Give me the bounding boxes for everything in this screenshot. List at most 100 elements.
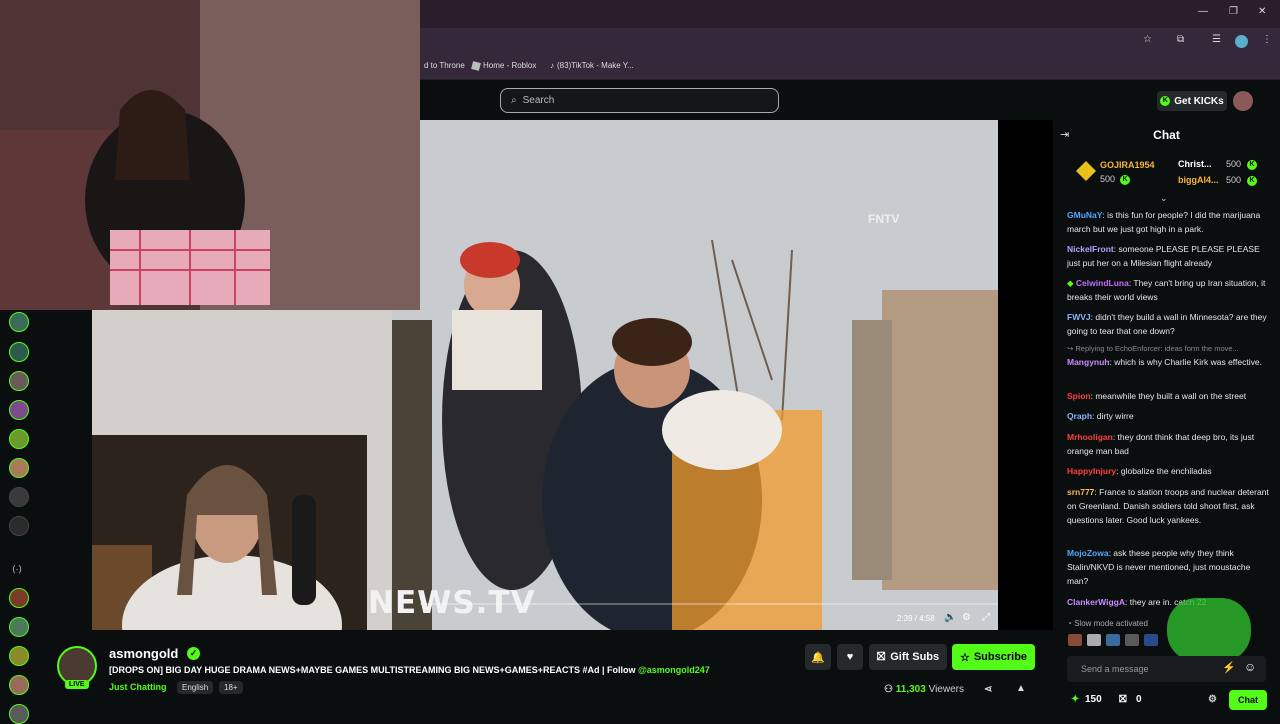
channel-avatar[interactable] [9,429,29,449]
reply-icon: ↪ [1067,344,1074,353]
chat-message: NickelFront: someone PLEASE PLEASE PLEAS… [1067,244,1260,268]
channel-avatar[interactable] [9,617,29,637]
channel-avatar[interactable] [9,342,29,362]
notification-bell-button[interactable]: 🔔 [805,644,831,670]
search-placeholder: Search [522,95,555,106]
chat-message: Qraph: dirty wirre [1067,411,1134,421]
tag-language[interactable]: English [177,681,214,694]
stream-handle-link[interactable]: @asmongold247 [638,665,710,675]
pinned-user[interactable]: biggAl4... [1178,175,1219,185]
channel-avatar[interactable] [9,371,29,391]
bell-icon: 🔔 [811,651,825,664]
pinned-user[interactable]: Christ... [1178,159,1212,169]
chat-username[interactable]: FWVJ [1067,312,1091,322]
chat-username[interactable]: Spion [1067,391,1091,401]
chat-text: meanwhile they built a wall on the stree… [1095,391,1247,401]
gift-icon: ⛝ [876,650,886,663]
bookmark-item[interactable]: Home - Roblox [471,60,536,71]
emote-icon[interactable] [1068,634,1082,646]
address-bar[interactable]: ☆ ⧉ ☰ ⋮ [420,28,1280,54]
chat-username[interactable]: Mrhooligan [1067,432,1113,442]
emote-icon[interactable] [1125,634,1139,646]
channel-avatar[interactable] [9,516,29,536]
tag-mature[interactable]: 18+ [219,681,243,694]
chat-username[interactable]: Mangynuh [1067,357,1110,367]
chat-username[interactable]: ClankerWiggA [1067,597,1125,607]
chat-username[interactable]: Qraph [1067,411,1092,421]
channel-avatar[interactable] [9,588,29,608]
volume-icon[interactable]: 🔈 [944,612,956,623]
gift-subs-button[interactable]: ⛝ Gift Subs [869,644,947,670]
command-icon[interactable]: ⚡ [1222,661,1236,674]
chat-username[interactable]: HappyInjury [1067,466,1116,476]
chat-settings-icon[interactable]: ⚙ [1208,694,1217,705]
chat-username[interactable]: srn777 [1067,487,1094,497]
reply-text: Replying to EchoEnforcer: ideas form the… [1075,344,1239,353]
emoji-icon[interactable]: ☺ [1244,660,1256,674]
get-kicks-button[interactable]: K Get KICKs [1157,91,1227,111]
menu-dots-icon[interactable]: ⋮ [1262,34,1272,45]
live-badge: LIVE [65,680,89,689]
playlist-icon[interactable]: ☰ [1212,34,1221,45]
send-chat-button[interactable]: Chat [1229,690,1267,710]
share-icon[interactable]: ⋖ [984,684,992,695]
expand-pinned-icon[interactable]: ⌄ [1160,193,1168,204]
emote-icon[interactable] [1087,634,1101,646]
emote-icon[interactable] [1144,634,1158,646]
kick-coin-icon: K [1247,160,1257,170]
report-icon[interactable]: ▲ [1016,683,1026,694]
maximize-icon[interactable]: ❐ [1229,6,1238,17]
bookmark-item[interactable]: ♪ (83)TikTok - Make Y... [550,61,634,70]
bookmark-item[interactable]: d to Throne [424,61,465,70]
video-timecode: 2:39 / 4:58 [897,614,935,623]
channel-avatar[interactable] [9,400,29,420]
chat-input[interactable]: Send a message [1067,656,1266,682]
pinned-user[interactable]: GOJIRA1954 [1100,160,1155,170]
close-icon[interactable]: ✕ [1258,6,1266,17]
channel-avatar[interactable] [9,487,29,507]
verified-icon: ✓ [187,647,200,660]
gift-count[interactable]: 0 [1136,694,1142,705]
emote-icon[interactable] [1106,634,1120,646]
video-progress-bar[interactable] [420,603,998,605]
expand-sidebar-icon[interactable]: ⟨·⟩ [12,564,22,575]
chat-message: Spion: meanwhile they built a wall on th… [1067,391,1247,401]
star-icon[interactable]: ☆ [1143,34,1152,45]
search-input[interactable]: ⌕ Search [500,88,779,113]
follow-button[interactable]: ♥ [837,644,863,670]
chat-message: GMuNaY: is this fun for people? I did th… [1067,210,1261,234]
reply-context[interactable]: ↪ Replying to EchoEnforcer: ideas form t… [1067,342,1272,356]
viewers-number: 11,303 [895,684,926,695]
gift-icon: ⛝ [1119,694,1127,705]
channel-avatar[interactable] [9,312,29,332]
channel-avatar[interactable] [9,675,29,695]
category-link[interactable]: Just Chatting [109,682,167,692]
streamer-name[interactable]: asmongold [109,646,178,661]
pinned-amount: 500 [1100,174,1116,184]
points-count[interactable]: 150 [1085,694,1102,705]
chat-input-placeholder: Send a message [1081,664,1149,674]
badge-icon: ◆ [1067,278,1074,288]
settings-icon[interactable]: ⚙ [962,612,971,623]
profile-icon[interactable] [1235,35,1248,48]
chat-title: Chat [1153,128,1180,142]
extensions-icon[interactable]: ⧉ [1177,34,1184,45]
channel-avatar[interactable] [9,646,29,666]
chat-username[interactable]: NickelFront [1067,244,1114,254]
fullscreen-icon[interactable]: ⤢ [982,612,990,623]
chat-username[interactable]: CelwindLuna [1076,278,1129,288]
chat-username[interactable]: GMuNaY [1067,210,1102,220]
user-avatar[interactable] [1233,91,1253,111]
followed-sidebar: ⟨·⟩ [0,310,38,724]
channel-avatar[interactable] [9,458,29,478]
channel-avatar[interactable] [9,704,29,724]
subscribe-button[interactable]: ☆ Subscribe [952,644,1035,670]
kick-mascot-icon [1167,598,1251,662]
minimize-icon[interactable]: — [1198,6,1208,17]
chat-message: srn777: France to station troops and nuc… [1067,487,1269,525]
chat-username[interactable]: MojoZowa [1067,548,1109,558]
viewers-icon: ⚇ [884,684,893,695]
pinned-amount: 500 [1226,175,1242,185]
points-icon: ✦ [1071,694,1080,705]
chat-text: didn't they build a wall in Minnesota? a… [1067,312,1267,336]
